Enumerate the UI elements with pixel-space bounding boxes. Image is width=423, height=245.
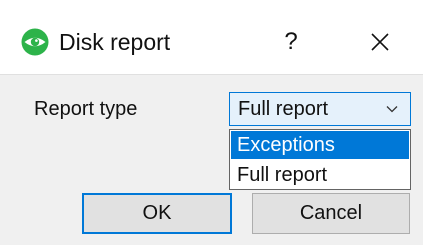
ok-button[interactable]: OK bbox=[82, 193, 232, 234]
window-title: Disk report bbox=[59, 29, 171, 55]
cancel-button[interactable]: Cancel bbox=[252, 193, 410, 234]
help-button[interactable]: ? bbox=[276, 22, 306, 62]
close-icon bbox=[371, 33, 389, 51]
select-value: Full report bbox=[238, 98, 329, 120]
report-type-dropdown: Exceptions Full report bbox=[229, 129, 411, 190]
chevron-down-icon bbox=[386, 106, 398, 113]
report-type-select[interactable]: Full report bbox=[229, 92, 411, 126]
title-bar: Disk report ? bbox=[0, 0, 423, 75]
option-full-report[interactable]: Full report bbox=[231, 161, 409, 189]
eye-icon bbox=[21, 28, 49, 56]
disk-report-dialog: Disk report ? Report type Full report Ex… bbox=[0, 0, 423, 245]
option-exceptions[interactable]: Exceptions bbox=[231, 131, 409, 159]
report-type-label: Report type bbox=[34, 98, 138, 120]
close-button[interactable] bbox=[360, 22, 400, 62]
